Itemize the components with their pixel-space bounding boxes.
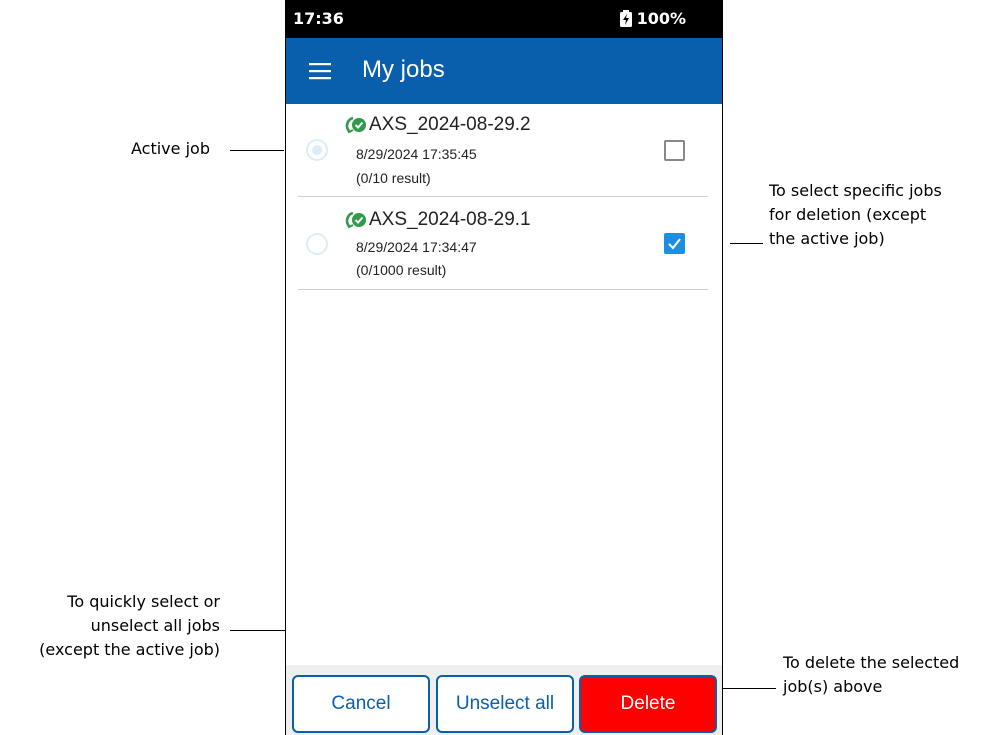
job-radio[interactable] (306, 233, 328, 255)
annotation-select-all-line3: (except the active job) (39, 640, 220, 659)
job-date: 8/29/2024 17:34:47 (356, 239, 477, 255)
job-date: 8/29/2024 17:35:45 (356, 146, 477, 162)
annotation-select-specific-line2: for deletion (except (769, 205, 927, 224)
job-name: AXS_2024-08-29.1 (369, 209, 531, 230)
unselect-all-button[interactable]: Unselect all (436, 675, 574, 733)
annotation-delete-selected: To delete the selected job(s) above (783, 651, 959, 699)
job-name: AXS_2024-08-29.2 (369, 114, 531, 135)
annotation-delete-selected-line1: To delete the selected (783, 653, 960, 672)
sync-check-icon (345, 211, 366, 229)
status-bar: 17:36 100% (286, 0, 722, 38)
phone-screen: 17:36 100% My jobs AXS_2024-08-29.2 8/29… (285, 0, 723, 735)
hamburger-menu-icon[interactable] (309, 62, 331, 80)
cancel-button[interactable]: Cancel (292, 675, 430, 733)
job-result-count: (0/1000 result) (356, 262, 447, 278)
active-job-radio[interactable] (306, 139, 328, 161)
annotation-select-all-line2: unselect all jobs (90, 616, 220, 635)
job-select-checkbox-checked[interactable] (664, 233, 685, 254)
annotation-line-select-specific (730, 243, 763, 244)
job-title-row: AXS_2024-08-29.2 (344, 114, 531, 136)
annotation-select-all-line1: To quickly select or (67, 592, 220, 611)
job-list-item[interactable]: AXS_2024-08-29.1 8/29/2024 17:34:47 (0/1… (298, 197, 708, 290)
job-list-item[interactable]: AXS_2024-08-29.2 8/29/2024 17:35:45 (0/1… (298, 104, 708, 197)
annotation-select-specific-line1: To select specific jobs (769, 181, 942, 200)
annotation-select-all: To quickly select or unselect all jobs (… (0, 590, 220, 662)
battery-charging-icon (619, 10, 632, 27)
annotation-line-delete-selected (721, 688, 776, 689)
job-select-checkbox[interactable] (664, 140, 685, 161)
delete-button[interactable]: Delete (579, 675, 717, 733)
page-title: My jobs (362, 56, 445, 83)
status-time: 17:36 (293, 9, 344, 28)
status-battery: 100% (619, 9, 686, 28)
annotation-select-specific: To select specific jobs for deletion (ex… (769, 179, 942, 251)
sync-check-icon (345, 116, 366, 134)
battery-percent: 100% (636, 9, 686, 28)
job-result-count: (0/10 result) (356, 170, 431, 186)
annotation-select-specific-line3: the active job) (769, 229, 885, 248)
checkmark-icon (668, 238, 681, 250)
annotation-active-job: Active job (131, 139, 210, 158)
app-bar: My jobs (286, 38, 722, 104)
annotation-delete-selected-line2: job(s) above (783, 677, 883, 696)
bottom-action-bar: Cancel Unselect all Delete (286, 665, 722, 735)
job-title-row: AXS_2024-08-29.1 (344, 209, 531, 231)
annotation-line-active-job (230, 150, 284, 151)
